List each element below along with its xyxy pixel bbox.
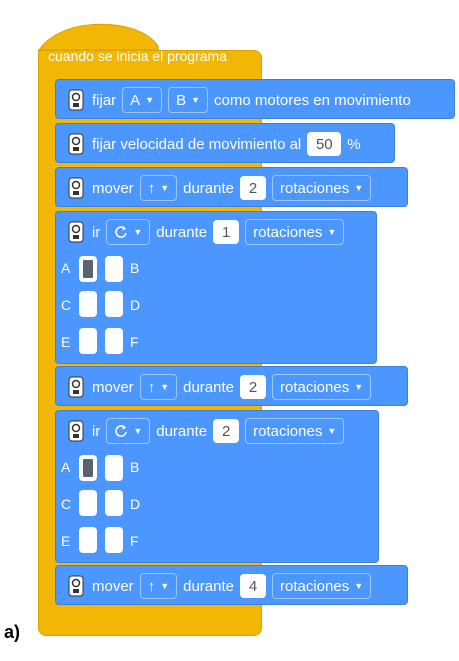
dropdown-arrow-icon: ▼: [327, 227, 337, 237]
grid-label-c: C: [61, 496, 72, 512]
move-label: mover: [92, 179, 134, 197]
port2-value: B: [176, 91, 187, 109]
during-label: durante: [183, 378, 234, 396]
rotations-input[interactable]: 2: [239, 375, 266, 399]
dropdown-arrow-icon: ▼: [354, 382, 364, 392]
grid-cell-a[interactable]: [79, 455, 97, 481]
grid-label-a: A: [61, 260, 71, 276]
unit-value: rotaciones: [279, 378, 350, 396]
grid-cell-f[interactable]: [105, 527, 123, 553]
port1-value: A: [130, 91, 141, 109]
motor-icon: [68, 376, 84, 398]
rotate-clockwise-icon: [115, 226, 128, 238]
grid-label-d: D: [130, 496, 141, 512]
motor-icon: [68, 177, 84, 199]
rotations-input[interactable]: 2: [213, 419, 240, 443]
set-motors-block[interactable]: fijar A ▼ B ▼ como motores en movimiento: [55, 79, 455, 119]
during-label: durante: [156, 223, 208, 241]
motor-icon: [68, 420, 84, 442]
rotation-direction-dropdown[interactable]: ▼: [106, 219, 151, 245]
speed-unit: %: [347, 135, 361, 153]
speed-input[interactable]: 50: [307, 132, 342, 156]
set-label: fijar: [92, 91, 117, 109]
grid-cell-e[interactable]: [79, 328, 97, 354]
up-arrow-icon: ↑: [147, 378, 156, 396]
rotations-input[interactable]: 4: [239, 574, 266, 598]
direction-dropdown[interactable]: ↑ ▼: [139, 175, 178, 201]
during-label: durante: [156, 422, 208, 440]
go-block-2-grid-area: [55, 449, 379, 563]
grid-label-b: B: [130, 260, 140, 276]
grid-cell-a[interactable]: [79, 256, 97, 282]
go-label: ir: [92, 422, 101, 440]
motors-suffix: como motores en movimiento: [214, 91, 411, 109]
up-arrow-icon: ↑: [147, 179, 156, 197]
dropdown-arrow-icon: ▼: [160, 183, 170, 193]
grid-cell-d[interactable]: [105, 291, 123, 317]
port2-dropdown[interactable]: B ▼: [168, 87, 209, 113]
dropdown-arrow-icon: ▼: [354, 183, 364, 193]
unit-dropdown[interactable]: rotaciones ▼: [271, 175, 372, 201]
grid-cell-b[interactable]: [105, 455, 123, 481]
unit-dropdown[interactable]: rotaciones ▼: [245, 418, 345, 444]
grid-cell-c[interactable]: [79, 490, 97, 516]
unit-value: rotaciones: [253, 223, 323, 241]
grid-cell-e[interactable]: [79, 527, 97, 553]
rotations-input[interactable]: 2: [239, 176, 266, 200]
move-label: mover: [92, 577, 134, 595]
dropdown-arrow-icon: ▼: [160, 581, 170, 591]
grid-label-f: F: [130, 334, 139, 350]
move-block-2[interactable]: mover ↑ ▼ durante 2 rotaciones ▼: [55, 366, 408, 406]
move-block-1[interactable]: mover ↑ ▼ durante 2 rotaciones ▼: [55, 167, 408, 207]
motor-icon: [68, 575, 84, 597]
during-label: durante: [183, 179, 234, 197]
dropdown-arrow-icon: ▼: [191, 95, 201, 105]
unit-dropdown[interactable]: rotaciones ▼: [271, 374, 372, 400]
move-label: mover: [92, 378, 134, 396]
figure-label: a): [4, 622, 21, 642]
grid-cell-b[interactable]: [105, 256, 123, 282]
speed-label: fijar velocidad de movimiento al: [92, 135, 302, 153]
dropdown-arrow-icon: ▼: [160, 382, 170, 392]
grid-label-e: E: [61, 334, 71, 350]
port1-dropdown[interactable]: A ▼: [122, 87, 163, 113]
grid-label-e: E: [61, 533, 71, 549]
unit-value: rotaciones: [253, 422, 323, 440]
up-arrow-icon: ↑: [147, 577, 156, 595]
grid-cell-d[interactable]: [105, 490, 123, 516]
dropdown-arrow-icon: ▼: [327, 426, 337, 436]
dropdown-arrow-icon: ▼: [145, 95, 155, 105]
motor-icon: [68, 133, 84, 155]
during-label: durante: [183, 577, 234, 595]
go-block-2[interactable]: ir ▼ durante 2 rotaciones ▼: [55, 410, 379, 450]
motor-icon: [68, 221, 84, 243]
unit-dropdown[interactable]: rotaciones ▼: [245, 219, 345, 245]
set-speed-block[interactable]: fijar velocidad de movimiento al 50 %: [55, 123, 395, 163]
unit-value: rotaciones: [279, 577, 350, 595]
rotations-input[interactable]: 1: [213, 220, 240, 244]
grid-label-f: F: [130, 533, 139, 549]
go-block-1[interactable]: ir ▼ durante 1 rotaciones ▼: [55, 211, 377, 251]
move-block-3[interactable]: mover ↑ ▼ durante 4 rotaciones ▼: [55, 565, 408, 605]
grid-cell-c[interactable]: [79, 291, 97, 317]
grid-label-d: D: [130, 297, 141, 313]
unit-dropdown[interactable]: rotaciones ▼: [271, 573, 372, 599]
go-block-1-grid-area: [55, 250, 377, 364]
grid-label-b: B: [130, 459, 140, 475]
dropdown-arrow-icon: ▼: [133, 227, 143, 237]
grid-label-a: A: [61, 459, 71, 475]
grid-label-c: C: [61, 297, 72, 313]
motor-icon: [68, 89, 84, 111]
direction-dropdown[interactable]: ↑ ▼: [139, 573, 178, 599]
go-label: ir: [92, 223, 101, 241]
dropdown-arrow-icon: ▼: [354, 581, 364, 591]
hat-label: cuando se inicia el programa: [48, 48, 227, 64]
dropdown-arrow-icon: ▼: [133, 426, 143, 436]
rotate-clockwise-icon: [115, 425, 128, 437]
grid-cell-f[interactable]: [105, 328, 123, 354]
rotation-direction-dropdown[interactable]: ▼: [106, 418, 151, 444]
direction-dropdown[interactable]: ↑ ▼: [139, 374, 178, 400]
unit-value: rotaciones: [279, 179, 350, 197]
